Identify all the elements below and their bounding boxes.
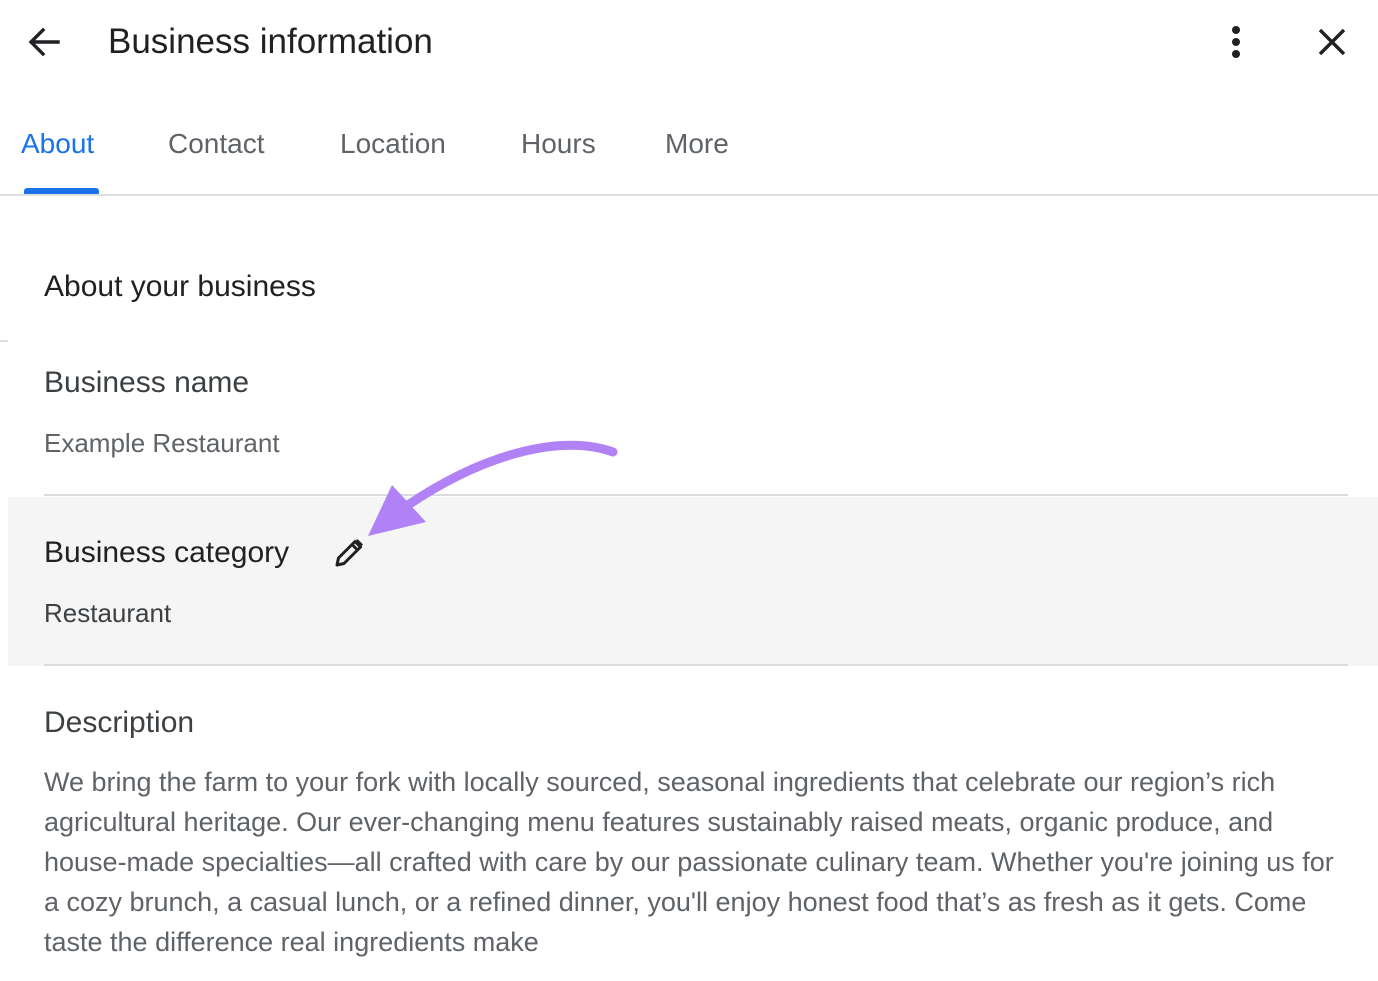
header: Business information xyxy=(0,0,1378,86)
pencil-icon xyxy=(335,539,363,567)
arrow-back-icon xyxy=(28,27,60,57)
tab-more[interactable]: More xyxy=(665,126,729,162)
business-category-value: Restaurant xyxy=(44,598,172,628)
more-vert-icon xyxy=(1232,26,1240,58)
description-value: We bring the farm to your fork with loca… xyxy=(44,767,1334,957)
tab-location[interactable]: Location xyxy=(340,126,446,162)
description-label: Description xyxy=(44,706,195,739)
business-name-label: Business name xyxy=(44,366,250,399)
divider xyxy=(0,340,8,342)
business-info-panel: Business information About Contact Locat… xyxy=(0,0,1378,981)
close-button[interactable] xyxy=(1310,20,1354,64)
page-title: Business information xyxy=(108,22,433,61)
close-icon xyxy=(1318,28,1346,56)
business-category-row[interactable] xyxy=(8,497,1378,666)
business-name-value: Example Restaurant xyxy=(44,428,280,458)
business-category-label: Business category xyxy=(44,536,290,569)
divider xyxy=(44,664,1348,666)
tab-hours[interactable]: Hours xyxy=(521,126,596,162)
edit-category-button[interactable] xyxy=(330,534,368,572)
section-title: About your business xyxy=(44,270,316,303)
tabs-divider xyxy=(0,194,1378,196)
tab-contact[interactable]: Contact xyxy=(168,126,265,162)
back-button[interactable] xyxy=(22,20,66,64)
tab-about[interactable]: About xyxy=(21,126,94,162)
divider xyxy=(44,494,1348,496)
tab-bar: About Contact Location Hours More xyxy=(0,104,1378,196)
more-options-button[interactable] xyxy=(1214,20,1258,64)
